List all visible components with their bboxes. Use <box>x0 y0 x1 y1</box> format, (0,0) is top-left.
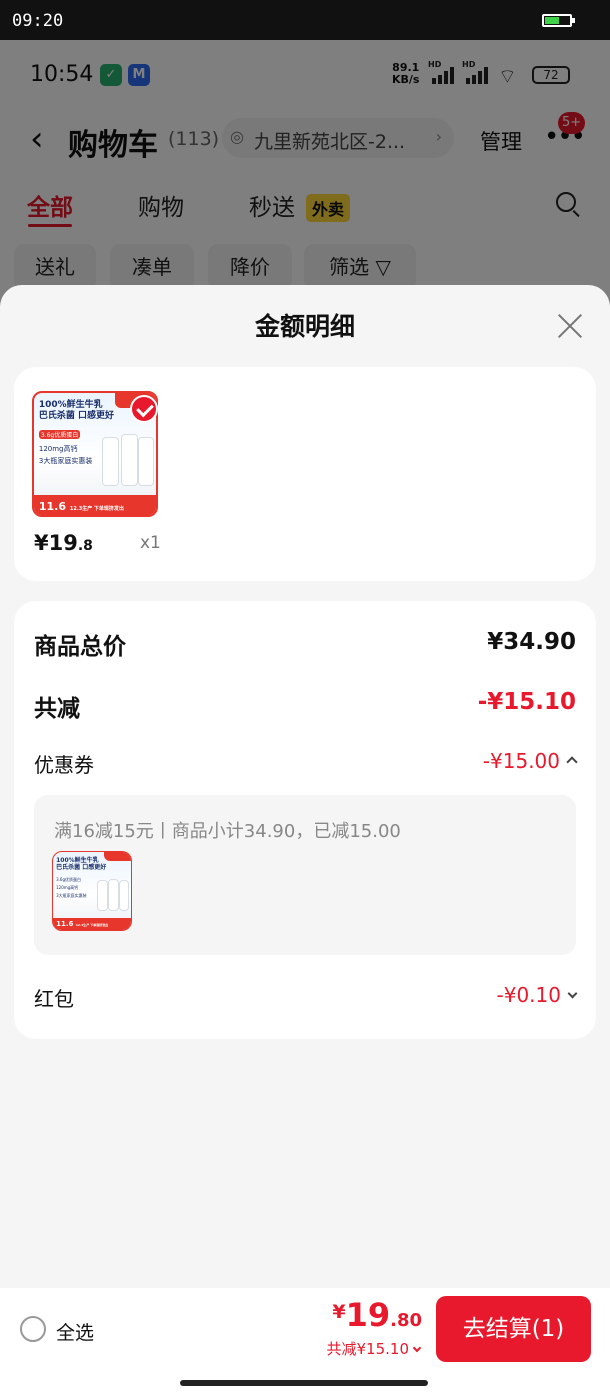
milk-bottle <box>137 436 154 486</box>
coupon-value: -¥15.00 <box>482 749 560 773</box>
discount-label: 共减 <box>34 696 80 722</box>
total-value: ¥34.90 <box>487 629 576 655</box>
price-summary-card: 商品总价 ¥34.90 共减 -¥15.10 优惠券 -¥15.00 满16减1… <box>14 601 596 1039</box>
battery-icon <box>542 14 575 27</box>
coupon-product-image: 100%鲜生牛乳 巴氏杀菌 口感更好 3.6g优质蛋白 120mg高钙 3大瓶家… <box>52 851 132 931</box>
milk-bottle <box>120 434 138 486</box>
red-packet-toggle[interactable]: -¥0.10 <box>496 983 578 1007</box>
coupon-description: 满16减15元丨商品小计34.90，已减15.00 <box>54 821 401 842</box>
saved-amount: 共减¥15.10 <box>326 1340 410 1358</box>
checkout-bar: 全选 ¥19.80 共减¥15.10 去结算(1) <box>0 1288 610 1396</box>
milk-bottle <box>108 878 120 912</box>
product-price: ¥19.8 <box>34 531 93 555</box>
product-quantity: x1 <box>140 533 161 553</box>
product-card: 100%鲜生牛乳 巴氏杀菌 口感更好 3.6g优质蛋白 120mg高钙 3大瓶家… <box>14 367 596 581</box>
chevron-down-icon <box>412 1343 422 1353</box>
sheet-title: 金额明细 <box>254 312 355 341</box>
discount-value: -¥15.10 <box>477 689 576 715</box>
coupon-detail: 满16减15元丨商品小计34.90，已减15.00 100%鲜生牛乳 巴氏杀菌 … <box>34 795 576 955</box>
chevron-down-icon <box>567 988 578 999</box>
red-packet-label: 红包 <box>34 987 74 1011</box>
milk-bottle <box>96 880 108 912</box>
select-all-radio[interactable] <box>20 1316 46 1342</box>
total-price: ¥19.80 <box>332 1296 422 1334</box>
select-all-label[interactable]: 全选 <box>56 1318 94 1345</box>
total-label: 商品总价 <box>34 634 126 660</box>
saved-amount-toggle[interactable]: 共减¥15.10 <box>326 1338 422 1359</box>
coupon-toggle[interactable]: -¥15.00 <box>482 749 578 773</box>
milk-bottle <box>102 436 120 486</box>
red-packet-value: -¥0.10 <box>496 983 561 1007</box>
selected-check-icon <box>130 395 158 423</box>
milk-bottle <box>119 880 130 912</box>
home-indicator[interactable] <box>180 1380 428 1386</box>
close-icon[interactable] <box>554 311 584 341</box>
chevron-up-icon <box>566 756 578 768</box>
system-status-bar: 09:20 <box>0 0 610 40</box>
checkout-button[interactable]: 去结算(1) <box>436 1296 591 1362</box>
coupon-label: 优惠券 <box>34 753 94 777</box>
system-time: 09:20 <box>12 11 64 31</box>
amount-detail-sheet: 金额明细 100%鲜生牛乳 巴氏杀菌 口感更好 3.6g优质蛋白 120mg高钙… <box>0 285 610 1396</box>
